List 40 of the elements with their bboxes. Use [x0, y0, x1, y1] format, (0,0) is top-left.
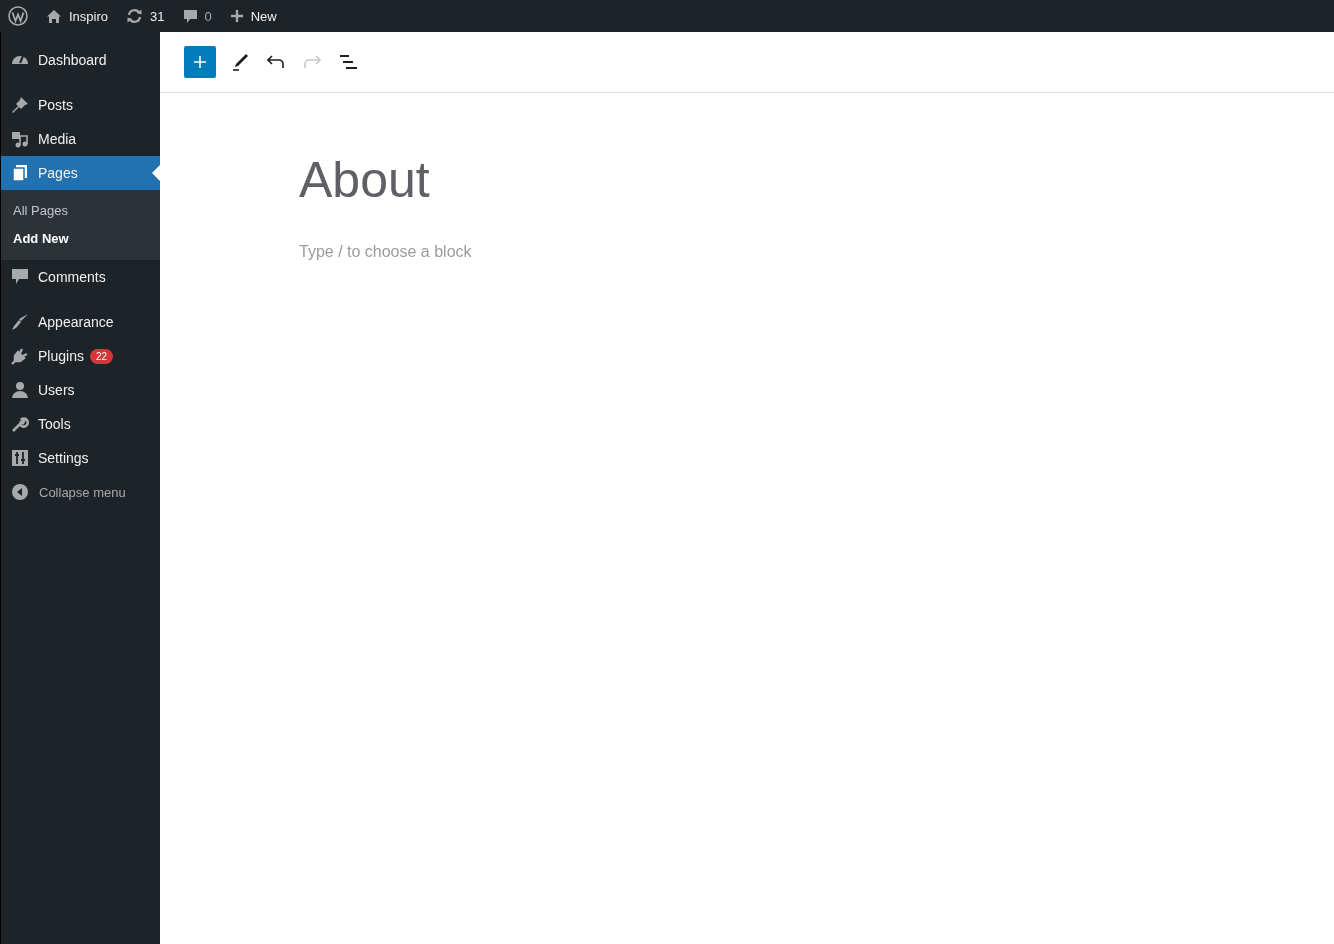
menu-item[interactable]: Appearance — [1, 305, 160, 339]
comments-count[interactable]: 0 — [204, 8, 212, 24]
submenu-item[interactable]: Add New — [1, 225, 160, 253]
speech-bubble-icon — [11, 268, 29, 286]
paintbrush-icon — [11, 313, 29, 331]
menu-item[interactable]: Plugins 22 — [1, 339, 160, 373]
redo-icon — [303, 55, 321, 69]
collapse-icon — [11, 483, 29, 501]
plus-icon — [193, 55, 207, 69]
undo-icon — [267, 55, 285, 69]
pencil-icon — [231, 53, 249, 71]
menu-item[interactable]: Settings — [1, 441, 160, 475]
speech-bubble-icon — [182, 8, 198, 24]
sliders-icon — [11, 449, 29, 467]
site-name-link[interactable]: Inspiro — [69, 8, 109, 24]
menu-item[interactable]: Tools — [1, 407, 160, 441]
refresh-icon — [126, 8, 144, 24]
menu-item[interactable]: Comments — [1, 260, 160, 294]
home-icon — [46, 8, 62, 24]
plug-icon — [11, 347, 29, 365]
wordpress-logo-icon[interactable] — [8, 6, 28, 26]
page-title[interactable]: About — [299, 151, 1334, 209]
collapse-menu-button[interactable]: Collapse menu — [1, 475, 136, 509]
menu-item[interactable]: Users — [1, 373, 160, 407]
updates-count[interactable]: 31 — [150, 8, 165, 24]
submenu-item[interactable]: All Pages — [1, 197, 160, 225]
wrench-icon — [11, 415, 29, 433]
new-link[interactable]: New — [250, 8, 277, 24]
pages-icon — [11, 164, 29, 182]
menu-item[interactable]: Media — [1, 122, 160, 156]
add-block-button[interactable] — [184, 46, 216, 78]
user-icon — [11, 381, 29, 399]
menu-item[interactable]: Pages — [1, 156, 160, 190]
menu-item[interactable]: Posts — [1, 88, 160, 122]
count-badge: 22 — [89, 348, 114, 364]
plus-icon — [229, 9, 244, 23]
list-outline-icon — [339, 55, 357, 69]
media-icon — [11, 130, 29, 148]
menu-item[interactable]: Dashboard — [1, 43, 160, 77]
pin-icon — [11, 96, 29, 114]
